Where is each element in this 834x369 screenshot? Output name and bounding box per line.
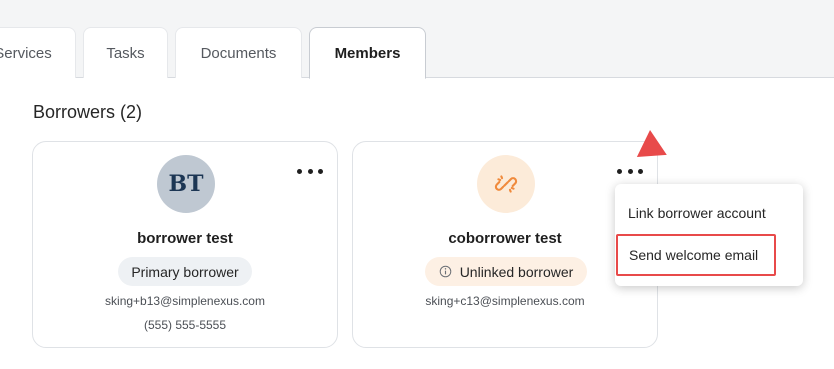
role-badge: Unlinked borrower [425, 257, 587, 286]
borrower-card: coborrower test Unlinked borrower sking+… [352, 141, 658, 348]
more-options-button[interactable] [297, 164, 323, 178]
avatar [477, 155, 535, 213]
dot-icon [318, 168, 323, 174]
tab-label: Tasks [106, 44, 145, 62]
role-badge: Primary borrower [118, 257, 252, 286]
tab-label: Members [334, 44, 401, 62]
dot-icon [297, 168, 302, 174]
dot-icon [617, 168, 622, 174]
avatar: BT [157, 155, 215, 213]
more-options-button[interactable] [617, 164, 643, 178]
menu-item-send-welcome-email[interactable]: Send welcome email [616, 234, 776, 276]
borrower-phone: (555) 555-5555 [143, 318, 227, 332]
tab-services[interactable]: Services [0, 27, 76, 78]
tab-bar: Services Tasks Documents Members [0, 0, 834, 79]
role-label: Primary borrower [131, 263, 239, 280]
avatar-initials: BT [168, 171, 204, 197]
borrower-name: borrower test [137, 230, 233, 247]
menu-item-label: Link borrower account [628, 205, 766, 221]
tab-label: Services [0, 44, 52, 62]
borrower-name: coborrower test [448, 230, 562, 247]
borrower-card: BT borrower test Primary borrower sking+… [32, 141, 338, 348]
tab-label: Documents [200, 44, 277, 62]
dot-icon [638, 168, 643, 174]
tab-tasks[interactable]: Tasks [83, 27, 168, 78]
options-menu: Link borrower account Send welcome email [615, 184, 803, 286]
section-title: Borrowers (2) [33, 102, 143, 122]
menu-item-label: Send welcome email [629, 247, 759, 263]
tab-members[interactable]: Members [309, 27, 426, 79]
dot-icon [307, 168, 313, 174]
dot-icon [627, 168, 633, 174]
callout-arrow-icon [636, 130, 667, 158]
role-label: Unlinked borrower [459, 263, 574, 280]
tab-documents[interactable]: Documents [175, 27, 302, 78]
broken-link-icon [494, 175, 518, 193]
borrower-email: sking+c13@simplenexus.com [425, 294, 585, 308]
info-icon [439, 265, 451, 278]
menu-item-link-borrower-account[interactable]: Link borrower account [615, 193, 803, 233]
borrower-email: sking+b13@simplenexus.com [105, 294, 265, 308]
